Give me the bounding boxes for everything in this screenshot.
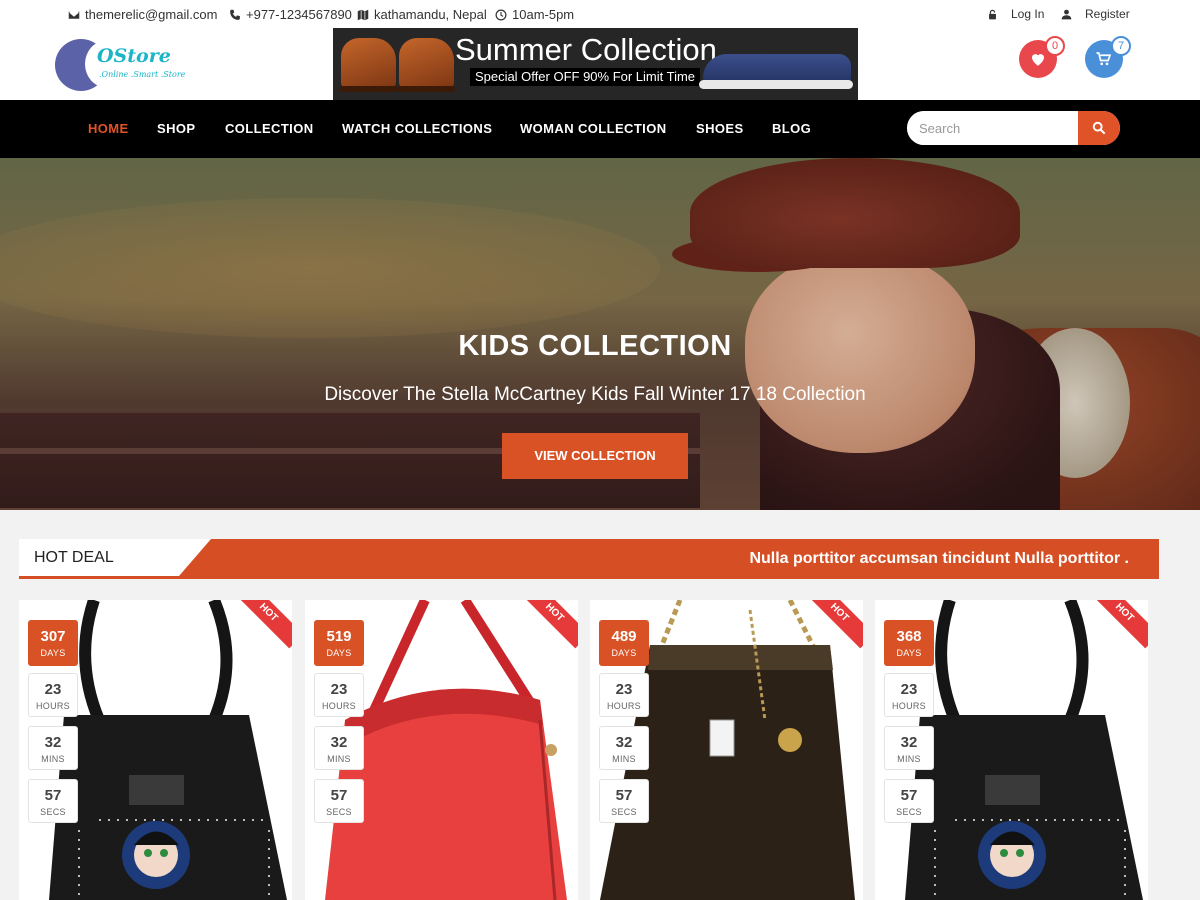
hours-text: 10am-5pm <box>512 7 575 22</box>
logo-name: OStore <box>97 45 171 67</box>
wishlist-button[interactable]: 0 <box>1019 36 1065 78</box>
map-icon <box>357 9 369 20</box>
brown-boot-image <box>399 38 454 90</box>
cart-icon <box>1096 52 1112 66</box>
countdown-hours: 23 HOURS <box>28 673 78 717</box>
banner-subtitle: Special Offer OFF 90% For Limit Time <box>470 68 700 86</box>
envelope-icon <box>68 10 80 19</box>
search-icon <box>1092 121 1106 135</box>
email-text: themerelic@gmail.com <box>85 7 218 22</box>
nav-collection[interactable]: COLLECTION <box>225 121 314 136</box>
nav-woman-collection[interactable]: WOMAN COLLECTION <box>520 121 667 136</box>
user-icon <box>1061 9 1072 19</box>
search-box <box>907 111 1120 145</box>
hero-subtitle: Discover The Stella McCartney Kids Fall … <box>324 384 866 405</box>
cart-count: 7 <box>1111 36 1131 56</box>
heart-icon <box>1032 54 1044 66</box>
nav-home[interactable]: HOME <box>88 121 129 136</box>
countdown-days: 307 DAYS <box>28 620 78 666</box>
phone-text: +977-1234567890 <box>246 7 352 22</box>
location-contact: kathamandu, Nepal <box>357 7 487 22</box>
search-button[interactable] <box>1078 111 1120 145</box>
countdown-mins: 32 MINS <box>884 726 934 770</box>
promo-banner[interactable]: Summer Collection Special Offer OFF 90% … <box>333 28 858 100</box>
hot-deal-title: HOT DEAL <box>34 549 114 566</box>
hot-deal-bar: HOT DEAL Nulla porttitor accumsan tincid… <box>19 539 1159 579</box>
search-input[interactable] <box>907 111 1078 145</box>
countdown-mins: 32 MINS <box>314 726 364 770</box>
nav-watch-collections[interactable]: WATCH COLLECTIONS <box>342 121 492 136</box>
banner-title: Summer Collection <box>455 32 717 67</box>
countdown-secs: 57 SECS <box>314 779 364 823</box>
brown-boot-image <box>341 38 396 90</box>
countdown-secs: 57 SECS <box>28 779 78 823</box>
register-label: Register <box>1085 7 1130 21</box>
phone-contact[interactable]: +977-1234567890 <box>229 7 352 22</box>
site-header: OStore .Online .Smart .Store Summer Coll… <box>0 28 1200 100</box>
nav-blog[interactable]: BLOG <box>772 121 811 136</box>
clock-icon <box>495 9 507 20</box>
product-card[interactable]: HOT 368 DAYS 23 HOURS 32 MINS 57 SECS <box>875 600 1148 900</box>
countdown-mins: 32 MINS <box>599 726 649 770</box>
hero-slider: KIDS COLLECTION Discover The Stella McCa… <box>0 158 1200 510</box>
lock-icon <box>989 9 996 19</box>
login-link[interactable]: Log In <box>987 7 1044 21</box>
countdown-hours: 23 HOURS <box>314 673 364 717</box>
email-contact[interactable]: themerelic@gmail.com <box>68 7 217 22</box>
deal-marquee-text: Nulla porttitor accumsan tincidunt Nulla… <box>749 550 1129 567</box>
register-link[interactable]: Register <box>1061 7 1130 21</box>
product-card[interactable]: HOT 519 DAYS 23 HOURS 32 MINS 57 SECS <box>305 600 578 900</box>
phone-icon <box>230 9 240 20</box>
view-collection-button[interactable]: VIEW COLLECTION <box>502 433 688 479</box>
countdown-mins: 32 MINS <box>28 726 78 770</box>
countdown-days: 368 DAYS <box>884 620 934 666</box>
countdown-secs: 57 SECS <box>599 779 649 823</box>
top-contact-bar: themerelic@gmail.com +977-1234567890 kat… <box>0 0 1200 28</box>
site-logo[interactable]: OStore .Online .Smart .Store <box>55 36 195 92</box>
countdown-hours: 23 HOURS <box>884 673 934 717</box>
product-card[interactable]: HOT 489 DAYS 23 HOURS 32 MINS 57 SECS <box>590 600 863 900</box>
hero-title: KIDS COLLECTION <box>458 330 732 362</box>
hours-contact: 10am-5pm <box>495 7 574 22</box>
nav-shoes[interactable]: SHOES <box>696 121 744 136</box>
wishlist-count: 0 <box>1045 36 1065 56</box>
countdown-hours: 23 HOURS <box>599 673 649 717</box>
product-card[interactable]: HOT 307 DAYS 23 HOURS 32 MINS 57 SECS <box>19 600 292 900</box>
nav-shop[interactable]: SHOP <box>157 121 195 136</box>
main-nav: HOME SHOP COLLECTION WATCH COLLECTIONS W… <box>0 100 1200 158</box>
cart-button[interactable]: 7 <box>1085 36 1131 78</box>
logo-tagline: .Online .Smart .Store <box>99 70 186 79</box>
login-label: Log In <box>1011 7 1045 21</box>
countdown-secs: 57 SECS <box>884 779 934 823</box>
location-text: kathamandu, Nepal <box>374 7 487 22</box>
countdown-days: 519 DAYS <box>314 620 364 666</box>
countdown-days: 489 DAYS <box>599 620 649 666</box>
